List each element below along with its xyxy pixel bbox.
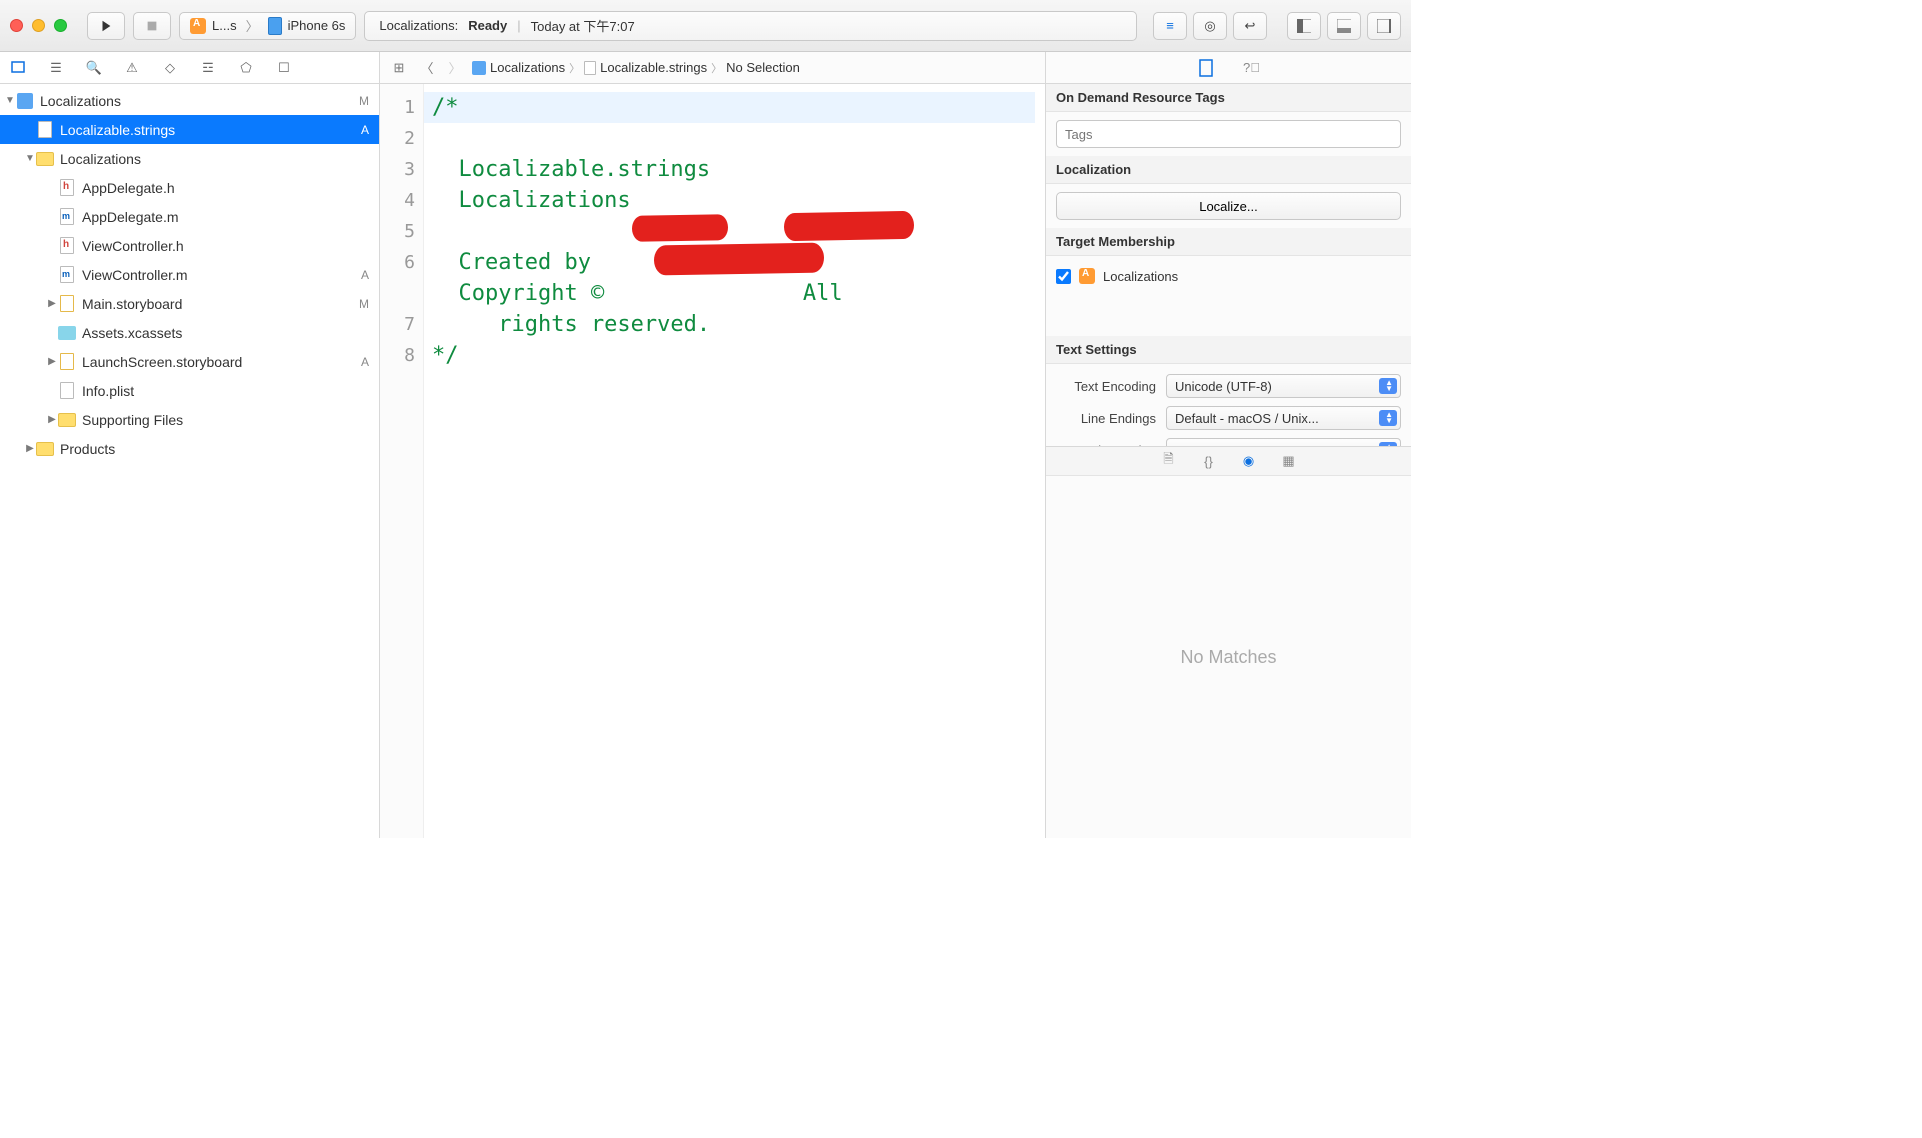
back-button[interactable]: 〈: [416, 57, 438, 79]
tags-input[interactable]: [1056, 120, 1401, 148]
tags-section-label: On Demand Resource Tags: [1046, 84, 1411, 112]
scheme-device-label: iPhone 6s: [288, 18, 346, 33]
close-icon[interactable]: [10, 19, 23, 32]
maximize-icon[interactable]: [54, 19, 67, 32]
target-section-label: Target Membership: [1046, 228, 1411, 256]
toggle-navigator-button[interactable]: [1287, 12, 1321, 40]
file-tree[interactable]: ▼LocalizationsMLocalizable.stringsA▼Loca…: [0, 84, 379, 838]
navigator-tabs: ☰ 🔍 ⚠ ◇ ☲ ⬠ ☐: [0, 52, 379, 84]
project-navigator-tab[interactable]: [8, 58, 28, 78]
inspector: ?⃝ On Demand Resource Tags Localization …: [1046, 52, 1411, 838]
file-inspector-tab[interactable]: [1196, 58, 1216, 78]
status-label: Ready: [468, 18, 507, 33]
debug-navigator-tab[interactable]: ☲: [198, 58, 218, 78]
target-row[interactable]: Localizations: [1056, 264, 1401, 288]
target-checkbox[interactable]: [1056, 269, 1071, 284]
file-template-tab[interactable]: 🗎: [1160, 452, 1178, 470]
test-navigator-tab[interactable]: ◇: [160, 58, 180, 78]
lineendings-label: Line Endings: [1056, 411, 1156, 426]
editor: ⊞ 〈 〉 Localizations 〉 Localizable.string…: [380, 52, 1046, 838]
issue-navigator-tab[interactable]: ⚠: [122, 58, 142, 78]
file-tree-row[interactable]: AppDelegate.h: [0, 173, 379, 202]
file-tree-row[interactable]: ▶Main.storyboardM: [0, 289, 379, 318]
window-controls: [10, 19, 67, 32]
file-tree-row[interactable]: AppDelegate.m: [0, 202, 379, 231]
file-tree-row[interactable]: ▶Supporting Files: [0, 405, 379, 434]
object-library-tab[interactable]: ◉: [1240, 452, 1258, 470]
navigator: ☰ 🔍 ⚠ ◇ ☲ ⬠ ☐ ▼LocalizationsMLocalizable…: [0, 52, 380, 838]
standard-editor-button[interactable]: ≡: [1153, 12, 1187, 40]
breakpoint-navigator-tab[interactable]: ⬠: [236, 58, 256, 78]
phone-icon: [268, 17, 282, 35]
breadcrumb-item[interactable]: Localizations: [490, 60, 565, 75]
forward-button[interactable]: 〉: [444, 57, 466, 79]
encoding-select[interactable]: Unicode (UTF-8)▲▼: [1166, 374, 1401, 398]
file-tree-row[interactable]: Assets.xcassets: [0, 318, 379, 347]
file-tree-row[interactable]: ▶LaunchScreen.storyboardA: [0, 347, 379, 376]
scheme-app-label: L...s: [212, 18, 237, 33]
report-navigator-tab[interactable]: ☐: [274, 58, 294, 78]
scheme-selector[interactable]: L...s 〉 iPhone 6s: [179, 12, 356, 40]
file-tree-row[interactable]: ViewController.h: [0, 231, 379, 260]
jump-bar: ⊞ 〈 〉 Localizations 〉 Localizable.string…: [380, 52, 1045, 84]
file-tree-row[interactable]: Localizable.stringsA: [0, 115, 379, 144]
app-icon: [1079, 268, 1095, 284]
chevron-right-icon: 〉: [246, 16, 259, 35]
toggle-debug-button[interactable]: [1327, 12, 1361, 40]
indent-select[interactable]: Spaces▲▼: [1166, 438, 1401, 446]
status-time: Today at 下午7:07: [531, 16, 635, 35]
run-button[interactable]: [87, 12, 125, 40]
minimize-icon[interactable]: [32, 19, 45, 32]
find-navigator-tab[interactable]: 🔍: [84, 58, 104, 78]
breadcrumb[interactable]: Localizations 〉 Localizable.strings 〉 No…: [472, 60, 800, 76]
encoding-label: Text Encoding: [1056, 379, 1156, 394]
stop-button[interactable]: [133, 12, 171, 40]
assistant-editor-button[interactable]: ◎: [1193, 12, 1227, 40]
toolbar: L...s 〉 iPhone 6s Localizations: Ready |…: [0, 0, 1411, 52]
status-project: Localizations:: [379, 18, 458, 33]
no-matches-label: No Matches: [1180, 647, 1276, 668]
code-area: 12345678 /* Localizable.strings Localiza…: [380, 84, 1045, 838]
media-library-tab[interactable]: ▦: [1280, 452, 1298, 470]
library-body: No Matches: [1046, 476, 1411, 838]
app-icon: [190, 18, 206, 34]
library-tabs: 🗎 {} ◉ ▦: [1046, 446, 1411, 476]
symbol-navigator-tab[interactable]: ☰: [46, 58, 66, 78]
line-gutter: 12345678: [380, 84, 424, 838]
related-items-button[interactable]: ⊞: [388, 57, 410, 79]
code-snippet-tab[interactable]: {}: [1200, 452, 1218, 470]
version-editor-button[interactable]: ↩: [1233, 12, 1267, 40]
lineendings-select[interactable]: Default - macOS / Unix...▲▼: [1166, 406, 1401, 430]
toggle-inspector-button[interactable]: [1367, 12, 1401, 40]
file-tree-row[interactable]: ViewController.mA: [0, 260, 379, 289]
file-tree-row[interactable]: ▼LocalizationsM: [0, 86, 379, 115]
localize-button[interactable]: Localize...: [1056, 192, 1401, 220]
text-settings-label: Text Settings: [1046, 336, 1411, 364]
target-name: Localizations: [1103, 269, 1178, 284]
help-inspector-tab[interactable]: ?⃝: [1242, 58, 1262, 78]
code-editor[interactable]: /* Localizable.strings Localizations Cre…: [424, 84, 1045, 838]
activity-view: Localizations: Ready | Today at 下午7:07: [364, 11, 1137, 41]
breadcrumb-item[interactable]: Localizable.strings: [600, 60, 707, 75]
file-tree-row[interactable]: ▼Localizations: [0, 144, 379, 173]
inspector-tabs: ?⃝: [1046, 52, 1411, 84]
file-tree-row[interactable]: Info.plist: [0, 376, 379, 405]
breadcrumb-item[interactable]: No Selection: [726, 60, 800, 75]
file-tree-row[interactable]: ▶Products: [0, 434, 379, 463]
localization-section-label: Localization: [1046, 156, 1411, 184]
main-area: ☰ 🔍 ⚠ ◇ ☲ ⬠ ☐ ▼LocalizationsMLocalizable…: [0, 52, 1411, 838]
